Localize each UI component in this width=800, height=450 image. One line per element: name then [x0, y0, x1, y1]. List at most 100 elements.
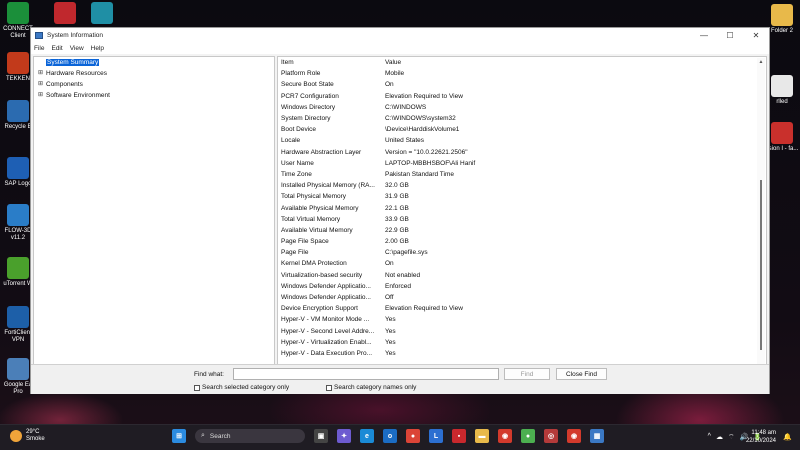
windows-start-icon[interactable]: ⊞	[172, 429, 186, 443]
app-red-icon[interactable]: ▪	[452, 429, 466, 443]
row-value: C:\WINDOWS	[385, 103, 427, 111]
table-row[interactable]: PCR7 Configuration Elevation Required to …	[278, 91, 766, 102]
row-item: System Directory	[281, 115, 331, 123]
row-item: Hyper-V - Virtualization Enabl...	[281, 338, 372, 346]
google-earth-icon	[7, 358, 29, 380]
row-value: C:\pagefile.sys	[385, 249, 428, 257]
row-item: Virtualization-based security	[281, 271, 363, 279]
outlook-icon[interactable]: o	[383, 429, 397, 443]
edge-icon[interactable]: e	[360, 429, 374, 443]
table-row[interactable]: Total Physical Memory 31.9 GB	[278, 191, 766, 202]
table-row[interactable]: Boot Device \Device\HarddiskVolume1	[278, 124, 766, 135]
table-row[interactable]: Hyper-V - Second Level Addre... Yes	[278, 326, 766, 337]
menu-edit[interactable]: Edit	[51, 45, 62, 52]
show-hidden-icons-icon[interactable]: ^	[708, 433, 711, 442]
expand-icon[interactable]: ⊞	[37, 92, 44, 99]
search-label: Search	[209, 432, 231, 440]
table-row[interactable]: Platform Role Mobile	[278, 68, 766, 79]
table-row[interactable]: Available Physical Memory 22.1 GB	[278, 202, 766, 213]
file-explorer-icon[interactable]: ▬	[475, 429, 489, 443]
taskbar-search-box[interactable]: ⌕ Search	[195, 429, 305, 443]
task-view-icon[interactable]: ▣	[314, 429, 328, 443]
table-row[interactable]: User Name LAPTOP-MBBHSBOF\Ali Hanif	[278, 158, 766, 169]
expand-icon[interactable]: ⊞	[37, 70, 44, 77]
minimize-button[interactable]: —	[691, 28, 717, 43]
tree-item[interactable]: ⊞ Hardware Resources	[34, 68, 274, 79]
desktop-icon[interactable]	[84, 2, 120, 26]
search-selected-checkbox[interactable]: Search selected category only	[194, 384, 289, 391]
table-row[interactable]: Page File C:\pagefile.sys	[278, 247, 766, 258]
desktop-icon[interactable]	[47, 2, 83, 26]
table-row[interactable]: Secure Boot State On	[278, 79, 766, 90]
scroll-up-icon[interactable]: ▲	[758, 59, 764, 65]
tree-item[interactable]: ⊞ Software Environment	[34, 90, 274, 101]
search-names-checkbox[interactable]: Search category names only	[326, 384, 416, 391]
row-value: Yes	[385, 349, 396, 357]
table-row[interactable]: Total Virtual Memory 33.9 GB	[278, 214, 766, 225]
row-value: Elevation Required to View	[385, 92, 463, 100]
weather-widget[interactable]: 29°C Smoke	[10, 429, 45, 443]
table-row[interactable]: Windows Defender Applicatio... Off	[278, 292, 766, 303]
row-item: Device Encryption Support	[281, 305, 358, 313]
tree-item-label: Components	[46, 81, 83, 88]
wifi-icon[interactable]: ⌔	[728, 433, 735, 442]
table-row[interactable]: Hardware Abstraction Layer Version = "10.…	[278, 147, 766, 158]
checkbox-box[interactable]	[326, 384, 332, 391]
table-row[interactable]: Device Encryption Support Elevation Requi…	[278, 303, 766, 314]
row-item: Hyper-V - Second Level Addre...	[281, 327, 375, 335]
expand-icon[interactable]: ⊞	[37, 81, 44, 88]
window-controls: — ☐ ✕	[691, 28, 769, 43]
row-item: Installed Physical Memory (RA...	[281, 182, 375, 190]
row-value: Yes	[385, 316, 396, 324]
table-row[interactable]: Windows Defender Applicatio... Enforced	[278, 281, 766, 292]
menu-help[interactable]: Help	[91, 45, 104, 52]
cloud-icon[interactable]: ☁	[716, 433, 723, 442]
find-button[interactable]: Find	[504, 368, 550, 380]
copilot-icon[interactable]: ✦	[337, 429, 351, 443]
menu-file[interactable]: File	[34, 45, 44, 52]
menu-bar: File Edit View Help	[31, 43, 769, 54]
table-row[interactable]: Windows Directory C:\WINDOWS	[278, 102, 766, 113]
table-row[interactable]: Virtualization-based security Not enabled	[278, 270, 766, 281]
close-find-button[interactable]: Close Find	[556, 368, 607, 380]
clock[interactable]: 11:48 am 22/10/2024	[746, 429, 776, 445]
system-information-icon[interactable]: ▦	[590, 429, 604, 443]
zoom-icon[interactable]: ◎	[544, 429, 558, 443]
tree-item[interactable]: ⊞ Components	[34, 79, 274, 90]
row-value: 31.9 GB	[385, 193, 409, 201]
table-row[interactable]: Hyper-V - VM Monitor Mode ... Yes	[278, 314, 766, 325]
table-row[interactable]: Page File Space 2.00 GB	[278, 236, 766, 247]
recorder-icon[interactable]: ◉	[567, 429, 581, 443]
close-button[interactable]: ✕	[743, 28, 769, 43]
table-row[interactable]: System Directory C:\WINDOWS\system32	[278, 113, 766, 124]
search-names-label: Search category names only	[334, 384, 417, 391]
find-bar: Find what: Find Close Find Search select…	[31, 364, 769, 394]
menu-view[interactable]: View	[70, 45, 84, 52]
lens-icon[interactable]: L	[429, 429, 443, 443]
notifications-bell-icon[interactable]: 🔔	[783, 433, 792, 441]
checkbox-box[interactable]	[194, 384, 200, 391]
table-row[interactable]: Hyper-V - Virtualization Enabl... Yes	[278, 337, 766, 348]
column-header-value[interactable]: Value	[382, 59, 682, 66]
table-row[interactable]: Hyper-V - Data Execution Pro... Yes	[278, 348, 766, 359]
find-input[interactable]	[233, 368, 499, 380]
tree-item[interactable]: System Summary	[34, 57, 274, 68]
chrome-icon[interactable]: ●	[406, 429, 420, 443]
maximize-button[interactable]: ☐	[717, 28, 743, 43]
category-tree[interactable]: System Summary ⊞ Hardware Resources ⊞ Compon…	[33, 56, 275, 392]
row-value: 2.00 GB	[385, 238, 409, 246]
table-row[interactable]: Time Zone Pakistan Standard Time	[278, 169, 766, 180]
column-header-item[interactable]: Item	[278, 59, 382, 66]
vertical-scrollbar[interactable]: ▲ ▼	[757, 58, 765, 390]
table-row[interactable]: Locale United States	[278, 135, 766, 146]
table-row[interactable]: Installed Physical Memory (RA... 32.0 GB	[278, 180, 766, 191]
table-row[interactable]: Available Virtual Memory 22.9 GB	[278, 225, 766, 236]
title-bar[interactable]: System Information — ☐ ✕	[31, 28, 769, 43]
row-value: 32.0 GB	[385, 182, 409, 190]
details-list[interactable]: Item Value Platform Role Mobile Secure Boo…	[277, 56, 767, 392]
chrome-alt-icon[interactable]: ●	[521, 429, 535, 443]
scroll-thumb[interactable]	[760, 180, 762, 350]
camera-icon[interactable]: ◉	[498, 429, 512, 443]
table-row[interactable]: Kernel DMA Protection On	[278, 258, 766, 269]
